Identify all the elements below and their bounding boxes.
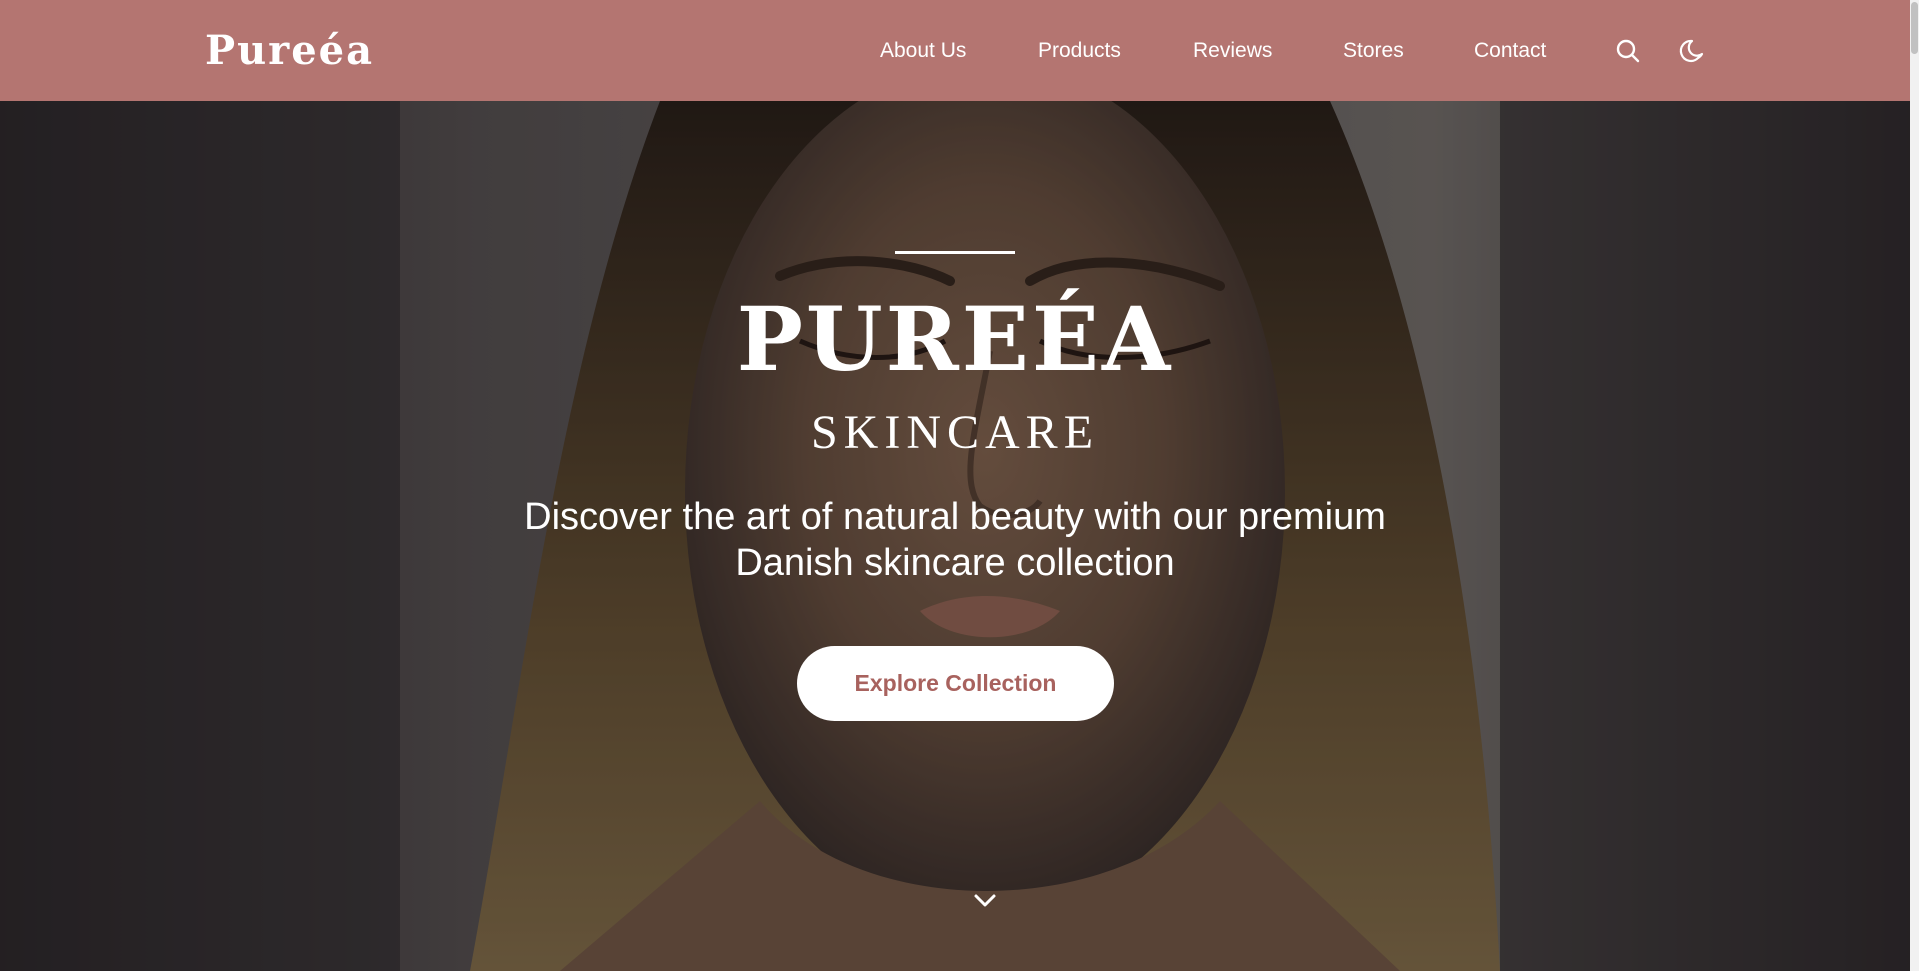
scrollbar-thumb[interactable] [1911, 2, 1918, 54]
moon-icon[interactable] [1678, 36, 1708, 66]
nav-item-reviews[interactable]: Reviews [1193, 37, 1272, 65]
hero-title: PUREÉA [736, 287, 1174, 391]
scrollbar[interactable] [1910, 0, 1919, 971]
hero-description-line-1: Discover the art of natural beauty with … [524, 496, 1386, 538]
nav-item-stores[interactable]: Stores [1343, 37, 1404, 65]
brand-logo[interactable]: Pureéa [205, 28, 374, 74]
hero-description-line-2: Danish skincare collection [735, 542, 1175, 584]
hero-divider [895, 251, 1015, 254]
hero-subtitle: SKINCARE [810, 406, 1100, 459]
hero-section: PUREÉA SKINCARE Discover the art of natu… [0, 101, 1910, 971]
hero-description: Discover the art of natural beauty with … [455, 494, 1455, 586]
chevron-down-icon[interactable] [970, 886, 1000, 916]
page: Pureéa About Us Products Reviews Stores … [0, 0, 1919, 971]
explore-collection-button[interactable]: Explore Collection [797, 646, 1114, 721]
nav-item-about[interactable]: About Us [880, 37, 966, 65]
nav-item-products[interactable]: Products [1038, 37, 1121, 65]
nav-item-contact[interactable]: Contact [1474, 37, 1546, 65]
search-icon[interactable] [1613, 36, 1643, 66]
site-header: Pureéa About Us Products Reviews Stores … [0, 0, 1910, 101]
hero-content: PUREÉA SKINCARE Discover the art of natu… [0, 101, 1910, 971]
